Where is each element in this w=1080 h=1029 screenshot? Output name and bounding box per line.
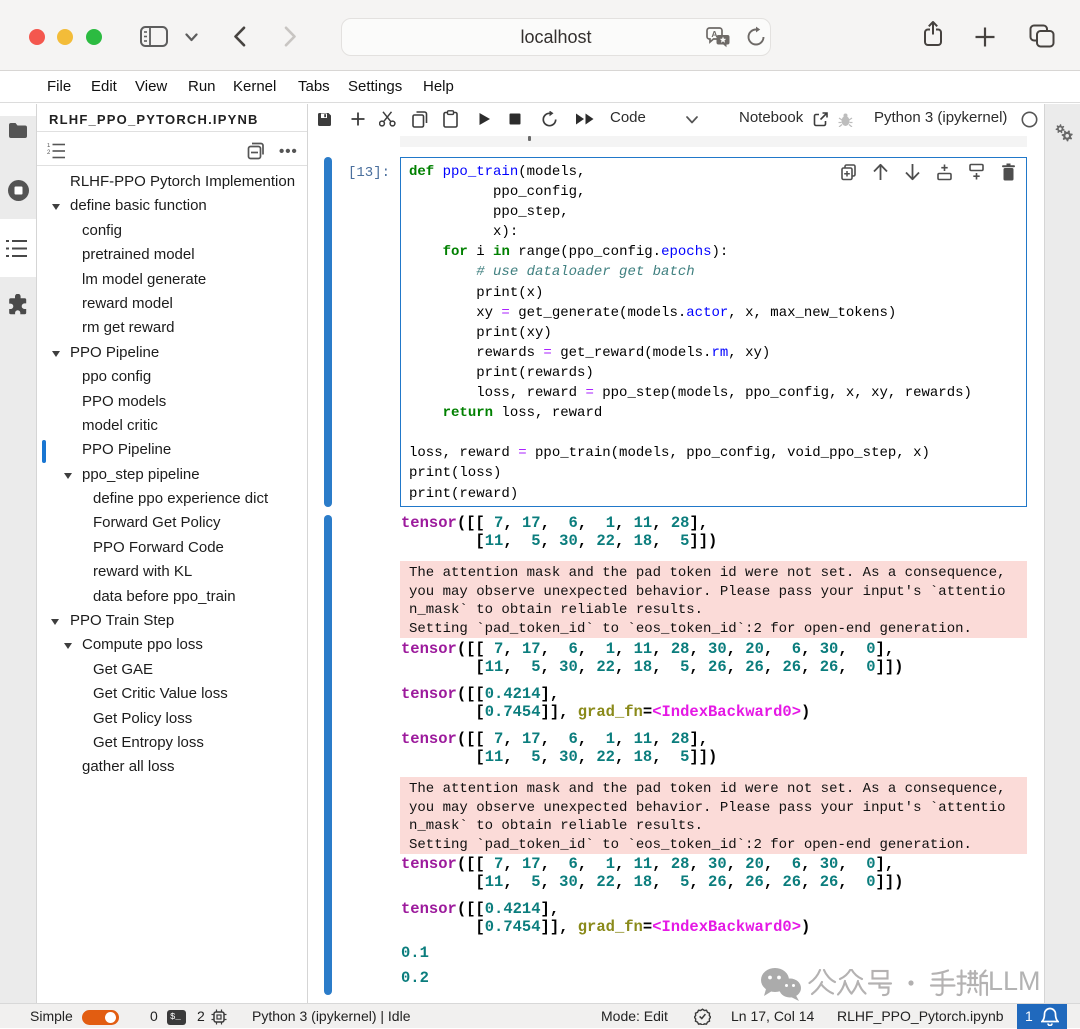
svg-text:2: 2 [47, 150, 51, 156]
svg-text:1: 1 [47, 143, 51, 149]
